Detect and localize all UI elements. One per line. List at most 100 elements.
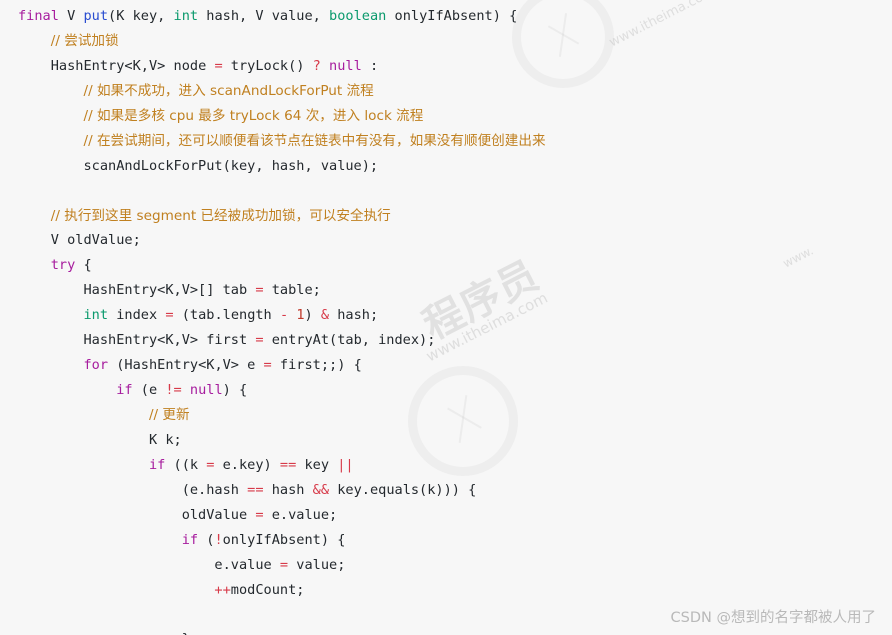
code-token: != <box>165 382 182 399</box>
code-token: V oldValue; <box>50 232 141 249</box>
code-line: if ((k = e.key) == key || <box>0 453 892 478</box>
code-line: // 更新 <box>0 403 892 428</box>
code-token: if <box>148 456 166 473</box>
code-token: boolean <box>329 8 387 24</box>
code-line: // 在尝试期间，还可以顺便看该节点在链表中有没有，如果没有顺便创建出来 <box>0 129 892 154</box>
code-token: ) <box>304 307 321 324</box>
code-token: int <box>173 8 199 24</box>
code-token: ((k <box>165 456 207 473</box>
code-token: K k; <box>148 431 182 448</box>
code-token: && <box>312 481 330 498</box>
code-screenshot: www.itheima.com 程序员 www.itheima.com www.… <box>0 0 892 635</box>
code-token: || <box>337 456 354 473</box>
code-token: (HashEntry<K,V> e <box>108 357 264 374</box>
code-token: { <box>75 257 92 274</box>
code-token: hash, V value, <box>198 8 330 24</box>
code-line: ++modCount; <box>0 578 892 603</box>
code-comment: // 执行到这里 segment 已经被成功加锁，可以安全执行 <box>50 207 391 224</box>
code-line: e.value = value; <box>0 553 892 578</box>
code-token: = <box>214 57 223 74</box>
code-token: if <box>181 531 199 548</box>
code-token: tryLock() <box>222 57 313 74</box>
code-token: = <box>255 506 264 523</box>
code-token: null <box>189 382 223 399</box>
code-line: if (!onlyIfAbsent) { <box>0 528 892 553</box>
code-token: index <box>108 307 166 324</box>
code-line: HashEntry<K,V> first = entryAt(tab, inde… <box>0 328 892 353</box>
code-token: null <box>329 57 362 74</box>
code-token: hash <box>263 481 313 498</box>
code-token: try <box>50 257 76 274</box>
code-token: & <box>320 307 330 324</box>
code-token: (K key, <box>108 8 174 24</box>
code-token: ? <box>312 57 321 74</box>
code-token: int <box>83 307 109 324</box>
code-token: ( <box>198 531 215 548</box>
code-token: HashEntry<K,V>[] tab <box>83 282 256 299</box>
code-token: = <box>279 556 289 573</box>
code-token: key.equals(k))) { <box>329 481 477 498</box>
code-line: // 尝试加锁 <box>0 29 892 54</box>
code-token: == <box>247 481 264 498</box>
code-token: onlyIfAbsent) { <box>386 8 518 24</box>
code-token: first;;) { <box>271 357 362 374</box>
code-token: = <box>165 307 174 324</box>
code-token: (e <box>132 382 166 399</box>
code-comment: // 如果是多核 cpu 最多 tryLock 64 次，进入 lock 流程 <box>83 107 424 124</box>
code-token: scanAndLockForPut(key, hash, value); <box>83 157 379 174</box>
code-comment: // 尝试加锁 <box>50 32 119 49</box>
code-token: = <box>263 357 272 374</box>
code-line: try { <box>0 253 892 278</box>
code-token: == <box>279 456 297 473</box>
code-token: = <box>255 282 264 299</box>
code-block: final V put(K key, int hash, V value, bo… <box>0 0 892 635</box>
code-token: put <box>83 8 109 24</box>
code-line: (e.hash == hash && key.equals(k))) { <box>0 478 892 503</box>
code-line: K k; <box>0 428 892 453</box>
code-token: HashEntry<K,V> first <box>83 332 256 349</box>
code-line: HashEntry<K,V> node = tryLock() ? null : <box>0 54 892 79</box>
code-token: e.key) <box>214 456 280 473</box>
code-token: e.value <box>214 556 280 573</box>
code-token: ) { <box>222 382 248 399</box>
code-line: V oldValue; <box>0 228 892 253</box>
code-token: entryAt(tab, index); <box>263 332 436 349</box>
code-line: HashEntry<K,V>[] tab = table; <box>0 278 892 303</box>
code-line: } <box>0 627 892 635</box>
code-token: (e.hash <box>181 481 248 498</box>
code-token: key <box>296 456 338 473</box>
code-comment: // 如果不成功，进入 scanAndLockForPut 流程 <box>83 82 374 99</box>
code-token: value; <box>288 556 346 573</box>
code-line: int index = (tab.length - 1) & hash; <box>0 303 892 328</box>
code-token: 1 <box>296 307 305 324</box>
code-line: // 执行到这里 segment 已经被成功加锁，可以安全执行 <box>0 204 892 229</box>
code-token: ++ <box>214 581 231 598</box>
code-line: for (HashEntry<K,V> e = first;;) { <box>0 353 892 378</box>
code-comment: // 更新 <box>148 407 190 423</box>
code-comment: // 在尝试期间，还可以顺便看该节点在链表中有没有，如果没有顺便创建出来 <box>83 132 546 149</box>
code-token: oldValue <box>181 506 256 523</box>
